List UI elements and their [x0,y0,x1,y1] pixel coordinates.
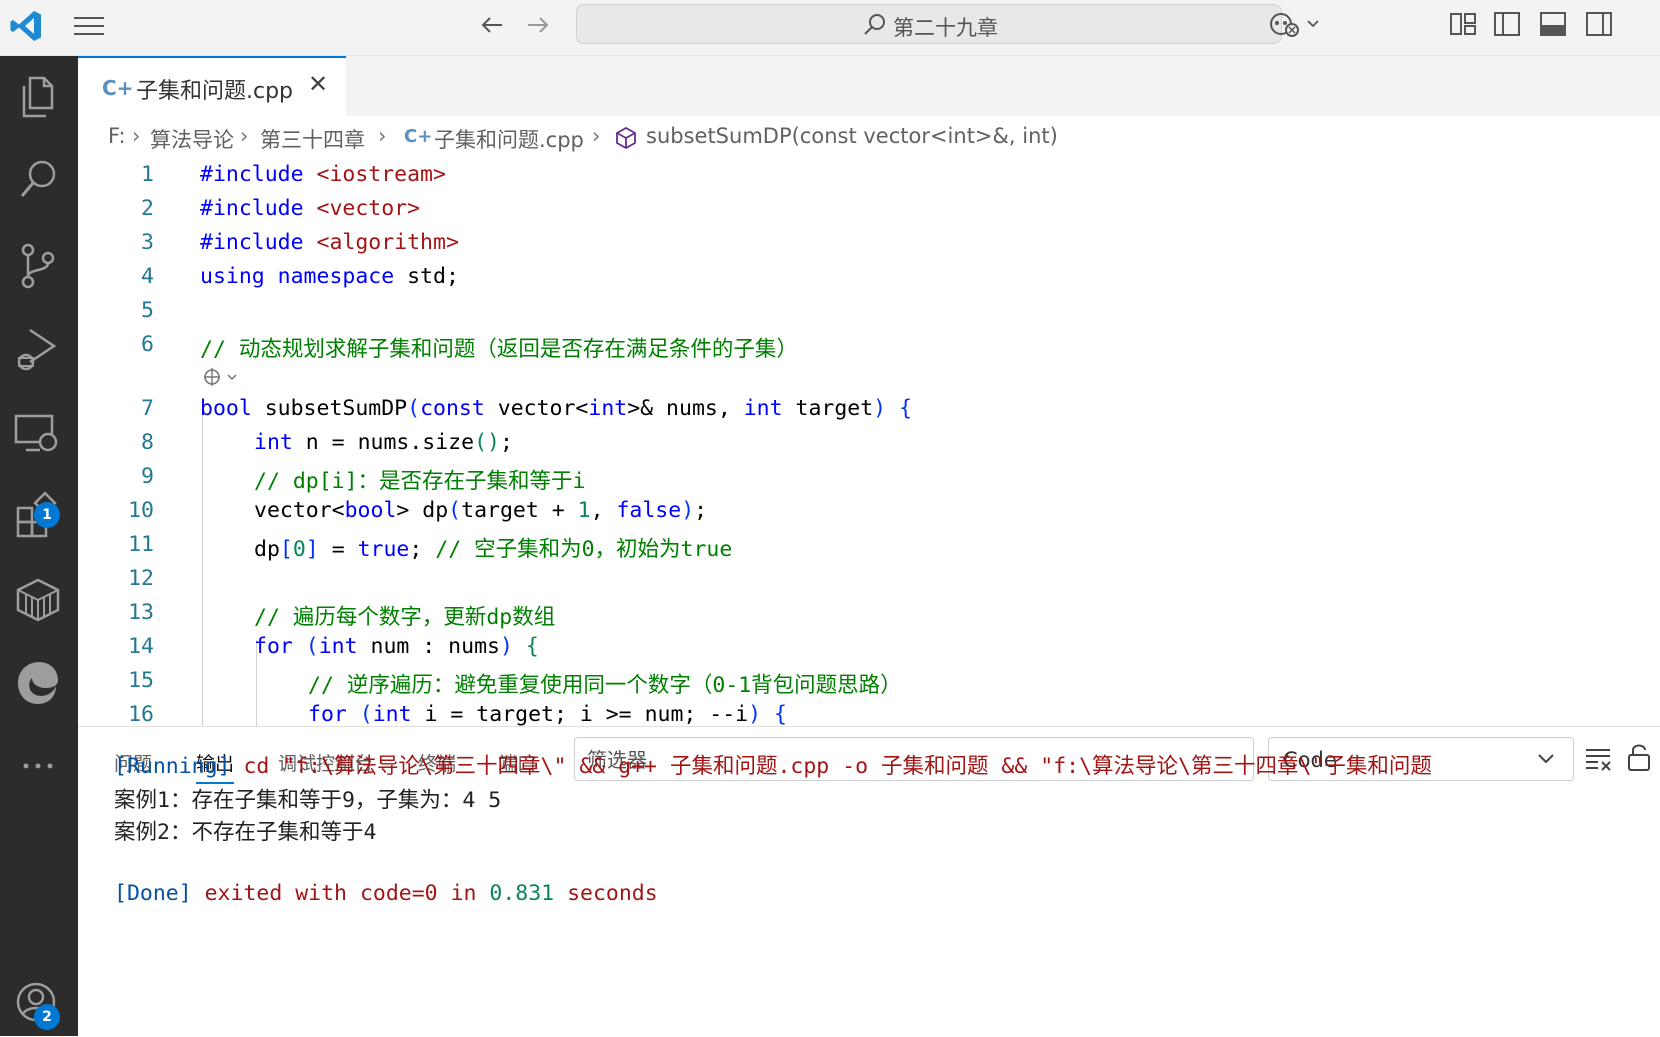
line-number: 2 [141,196,154,221]
line-number: 9 [141,464,154,489]
output-case2: 案例2：不存在子集和等于4 [114,820,377,845]
chevron-right-icon: › [240,124,249,148]
code-line: 3 #include <algorithm> [78,228,1660,262]
more-icon[interactable] [10,738,66,794]
line-number: 7 [141,396,154,421]
method-cube-icon [616,126,636,150]
code-line: 7 bool subsetSumDP(const vector<int>& num… [78,394,1660,428]
breadcrumb-file[interactable]: 子集和问题.cpp [434,124,584,154]
vscode-logo-icon [10,11,41,41]
extensions-badge: 1 [34,502,60,528]
toggle-secondary-sidebar-icon[interactable] [1584,8,1614,40]
containers-icon[interactable] [10,572,66,628]
lock-icon[interactable] [1624,741,1654,773]
search-icon[interactable] [10,152,66,208]
edge-browser-icon[interactable] [10,654,66,710]
breadcrumb-symbol[interactable]: subsetSumDP(const vector<int>&, int) [646,124,1058,148]
line-number: 11 [128,532,154,557]
bottom-panel: 问题 输出 调试控制台 终端 端口 Code [Running] cd "f:\… [78,726,1660,1037]
code-line: 15// 逆序遍历：避免重复使用同一个数字（0-1背包问题思路） [78,666,1660,700]
arrow-left-icon[interactable] [476,9,508,41]
copilot-sparkle-icon[interactable] [200,364,242,390]
line-number: 4 [141,264,154,289]
code-line: 4 using namespace std; [78,262,1660,296]
code-editor[interactable]: 1 #include <iostream> 2 #include <vector> … [78,160,1660,726]
editor-tabs: C+ 子集和问题.cpp ✕ [78,56,1660,116]
line-number: 13 [128,600,154,625]
code-line: 13// 遍历每个数字，更新dp数组 [78,598,1660,632]
output-run-command: [Running] cd "f:\算法导论\第三十四章\" && g++ 子集和… [114,754,1432,779]
code-line: 10 vector<bool> dp(target + 1, false); [78,496,1660,530]
code-line: 11 dp[0] = true; // 空子集和为0，初始为true [78,530,1660,564]
search-icon [864,14,885,35]
code-line: 14 for (int num : nums) { [78,632,1660,666]
line-number: 5 [141,298,154,323]
line-number: 10 [128,498,154,523]
breadcrumb-drive[interactable]: F: [108,124,126,148]
line-number: 6 [141,332,154,357]
code-line: 16 for (int i = target; i >= num; --i) { [78,700,1660,726]
line-number: 3 [141,230,154,255]
chevron-right-icon: › [132,124,141,148]
toggle-panel-icon[interactable] [1538,8,1568,40]
code-line: 5 [78,296,1660,330]
tab-label: 子集和问题.cpp [136,79,294,104]
explorer-icon[interactable] [10,68,66,124]
code-line: 9// dp[i]：是否存在子集和等于i [78,462,1660,496]
command-center-text: 第二十九章 [893,16,998,40]
line-number: 12 [128,566,154,591]
line-number: 1 [141,162,154,187]
run-debug-icon[interactable] [10,322,66,378]
breadcrumb-subfolder[interactable]: 第三十四章 [260,124,365,154]
cpp-file-icon: C+ [102,76,134,100]
toggle-primary-sidebar-icon[interactable] [1492,8,1522,40]
chevron-right-icon: › [592,124,601,148]
accounts-badge: 2 [34,1004,60,1030]
remote-explorer-icon[interactable] [10,406,66,462]
customize-layout-icon[interactable] [1448,8,1478,40]
line-number: 14 [128,634,154,659]
title-bar: 第二十九章 [0,0,1660,56]
code-line: 6// 动态规划求解子集和问题（返回是否存在满足条件的子集） [78,330,1660,364]
code-line: 1 #include <iostream> [78,160,1660,194]
chevron-down-icon [1538,754,1554,764]
line-number: 16 [128,702,154,726]
line-number: 15 [128,668,154,693]
chevron-right-icon: › [378,124,387,148]
code-line: 12 [78,564,1660,598]
close-icon[interactable]: ✕ [308,70,328,98]
breadcrumb: F: › 算法导论 › 第三十四章 › C+ 子集和问题.cpp › subse… [78,116,1660,160]
arrow-right-icon[interactable] [522,9,554,41]
output-case1: 案例1：存在子集和等于9，子集为：4 5 [114,788,502,813]
cpp-file-icon: C+ [404,126,433,147]
breadcrumb-folder[interactable]: 算法导论 [150,124,234,154]
code-line: 8 int n = nums.size(); [78,428,1660,462]
line-number: 8 [141,430,154,455]
code-line: 2 #include <vector> [78,194,1660,228]
command-center[interactable]: 第二十九章 [576,4,1282,44]
copilot-icon[interactable] [1268,8,1328,40]
clear-output-icon[interactable] [1584,745,1614,773]
output-done-line: [Done] exited with code=0 in 0.831 secon… [114,881,658,906]
menu-icon[interactable] [72,13,106,39]
source-control-icon[interactable] [10,238,66,294]
tab-subset-sum-cpp[interactable]: C+ 子集和问题.cpp ✕ [78,56,346,116]
activity-bar: 1 2 [0,56,78,1036]
